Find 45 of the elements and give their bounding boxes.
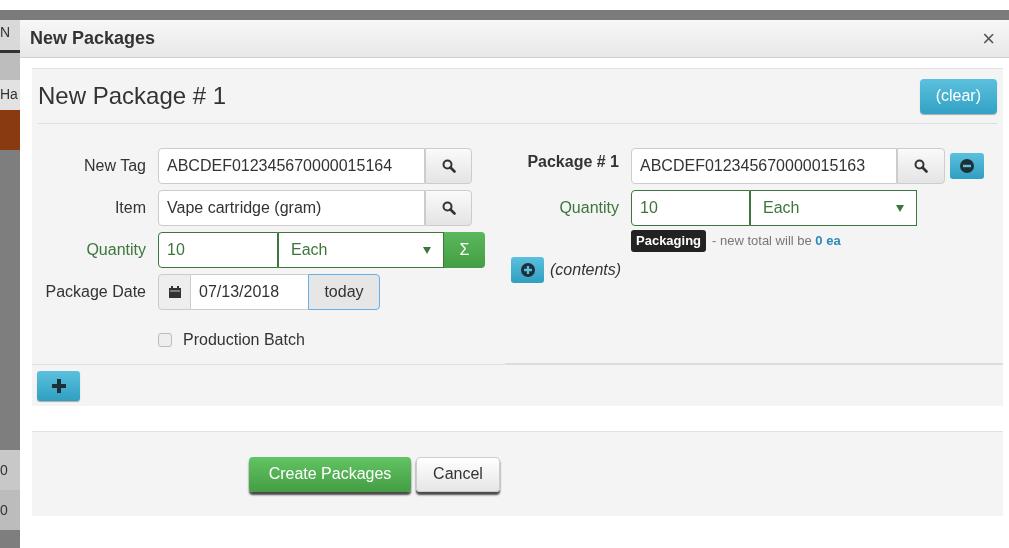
field-label: Quantity (85, 240, 147, 260)
search-button[interactable] (425, 190, 472, 226)
close-button[interactable]: × (982, 27, 999, 50)
field-label: Item (113, 198, 147, 218)
field-label: New Tag (83, 156, 147, 176)
field-label: Quantity (558, 198, 620, 218)
input-field[interactable]: ABCDEF012345670000015164 (158, 148, 425, 184)
contents-label: (contents) (550, 259, 622, 280)
checkbox[interactable] (158, 333, 172, 347)
minus-circle-icon (960, 159, 974, 173)
cancel-button[interactable]: Cancel (416, 456, 500, 492)
category-badge: Packaging (631, 230, 707, 252)
search-icon (441, 159, 456, 173)
search-icon (914, 159, 928, 173)
quantity-field[interactable]: 10 (158, 232, 278, 268)
backdrop-strip (0, 50, 20, 80)
tag-field[interactable]: ABCDEF012345670000015163 (631, 148, 897, 184)
package-label: Package # 1 (526, 152, 620, 172)
field-label: Package Date (44, 282, 147, 302)
remove-button[interactable] (950, 153, 984, 179)
search-icon (441, 201, 456, 215)
dialog-title: New Packages (30, 27, 156, 50)
backdrop-text: 0 (0, 450, 20, 490)
plus-circle-icon (520, 262, 535, 277)
unit-select[interactable]: Each (750, 190, 917, 226)
total-note: - new total will be 0 ea (712, 232, 841, 250)
today-button[interactable]: today (308, 274, 380, 310)
search-button[interactable] (425, 148, 472, 184)
search-button[interactable] (897, 148, 945, 184)
caret-icon (423, 246, 431, 254)
calendar-icon (168, 286, 181, 298)
package-heading: New Package # 1 (38, 81, 227, 111)
date-field[interactable]: 07/13/2018 (191, 274, 308, 310)
backdrop-strip (0, 110, 20, 150)
quantity-field[interactable]: 10 (631, 190, 750, 226)
checkbox-label: Production Batch (183, 330, 305, 350)
caret-icon (896, 204, 904, 212)
unit-select[interactable]: Each (278, 232, 444, 268)
input-field[interactable]: Vape cartridge (gram) (158, 190, 425, 226)
backdrop-text: 0 (0, 490, 20, 530)
backdrop-text: Ha (0, 80, 20, 110)
add-package-button[interactable] (37, 370, 80, 401)
plus-icon (51, 378, 66, 393)
add-contents-button[interactable] (511, 256, 544, 283)
backdrop-text: N (0, 20, 20, 50)
